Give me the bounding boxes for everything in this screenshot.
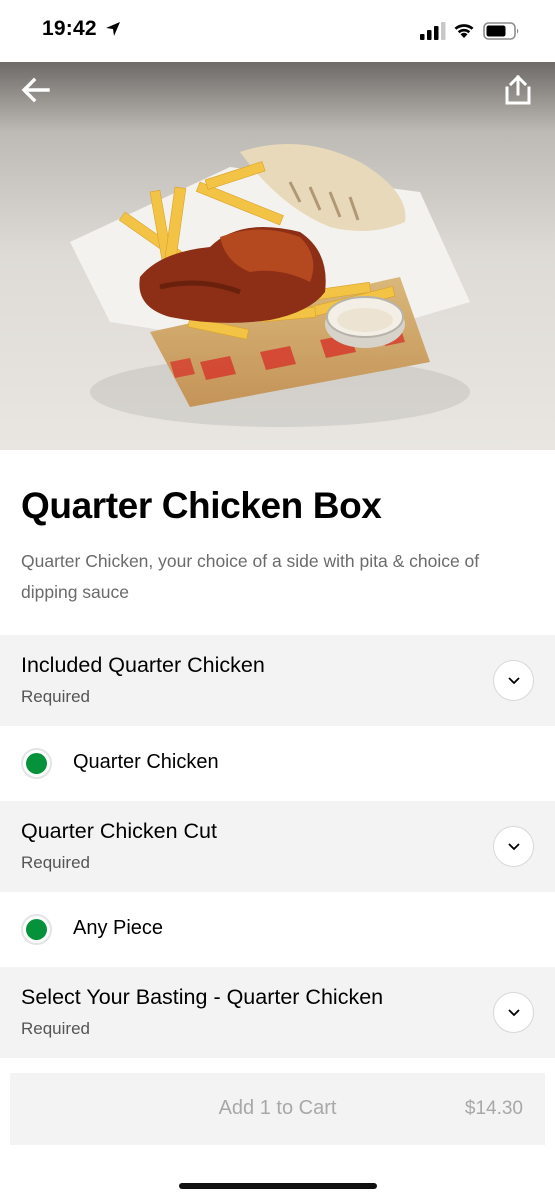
cellular-signal-icon bbox=[420, 22, 446, 40]
radio-dot bbox=[26, 753, 47, 774]
battery-icon bbox=[483, 22, 519, 40]
home-indicator bbox=[179, 1183, 377, 1189]
item-description: Quarter Chicken, your choice of a side w… bbox=[21, 551, 480, 602]
expand-button[interactable] bbox=[493, 660, 534, 701]
location-arrow-icon bbox=[106, 22, 120, 36]
status-time: 19:42 bbox=[42, 17, 97, 40]
option-group-title: Included Quarter Chicken bbox=[21, 653, 265, 677]
chevron-down-icon bbox=[507, 1009, 520, 1017]
option-group-title: Quarter Chicken Cut bbox=[21, 819, 217, 843]
required-label: Required bbox=[21, 1019, 90, 1038]
add-to-cart-button[interactable]: Add 1 to Cart $14.30 bbox=[10, 1073, 545, 1145]
option-label: Quarter Chicken bbox=[73, 751, 219, 773]
radio-dot bbox=[26, 919, 47, 940]
required-label: Required bbox=[21, 687, 90, 706]
option-group-quarter-chicken-cut[interactable]: Quarter Chicken Cut Required bbox=[0, 801, 555, 892]
option-row-quarter-chicken[interactable]: Quarter Chicken bbox=[0, 726, 555, 801]
item-title: Quarter Chicken Box bbox=[21, 485, 382, 526]
back-button[interactable] bbox=[16, 70, 56, 110]
option-row-any-piece[interactable]: Any Piece bbox=[0, 892, 555, 967]
radio-selected[interactable] bbox=[21, 748, 52, 779]
radio-selected[interactable] bbox=[21, 914, 52, 945]
share-button[interactable] bbox=[498, 70, 538, 110]
option-label: Any Piece bbox=[73, 917, 164, 939]
required-label: Required bbox=[21, 853, 90, 872]
option-group-included-quarter-chicken[interactable]: Included Quarter Chicken Required bbox=[0, 635, 555, 726]
hero-image bbox=[0, 62, 555, 450]
expand-button[interactable] bbox=[493, 992, 534, 1033]
status-bar: 19:42 bbox=[0, 0, 555, 62]
expand-button[interactable] bbox=[493, 826, 534, 867]
arrow-left-icon bbox=[21, 77, 50, 103]
cart-price: $14.30 bbox=[464, 1098, 523, 1119]
chevron-down-icon bbox=[507, 843, 520, 851]
option-group-select-basting[interactable]: Select Your Basting - Quarter Chicken Re… bbox=[0, 967, 555, 1058]
wifi-icon bbox=[454, 24, 474, 38]
chevron-down-icon bbox=[507, 677, 520, 685]
option-group-title: Select Your Basting - Quarter Chicken bbox=[21, 985, 384, 1009]
share-icon bbox=[505, 75, 531, 105]
food-photo bbox=[70, 144, 470, 427]
